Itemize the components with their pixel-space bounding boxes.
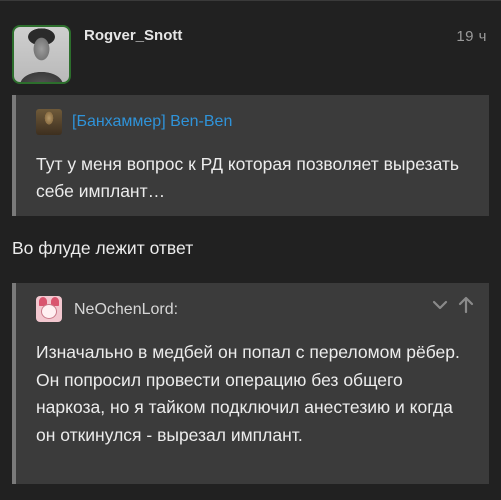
quoted-author-name[interactable]: [Банхаммер] Ben-Ben [72,113,232,131]
post-time: 19 ч [456,28,487,45]
chevron-down-icon[interactable] [431,295,449,315]
author-avatar[interactable] [12,25,71,84]
quoted-message-text: Изначально в медбей он попал с переломом… [36,342,460,445]
quoted-message-text: Тут у меня вопрос к РД которая позволяет… [36,154,460,201]
author-name[interactable]: Rogver_Snott [84,27,182,44]
arrow-up-icon[interactable] [457,295,475,315]
quoted-author-name[interactable]: NeOchenLord: [74,301,178,319]
quote-actions [431,295,475,315]
quoted-message[interactable]: NeOchenLord: Изначально в медбей он попа… [12,283,489,484]
top-divider [0,0,501,1]
quoted-author-avatar[interactable] [36,109,62,135]
quoted-author-avatar[interactable] [36,296,62,322]
reply-text: Во флуде лежит ответ [12,238,194,258]
quoted-message[interactable]: [Банхаммер] Ben-Ben Тут у меня вопрос к … [12,95,489,216]
